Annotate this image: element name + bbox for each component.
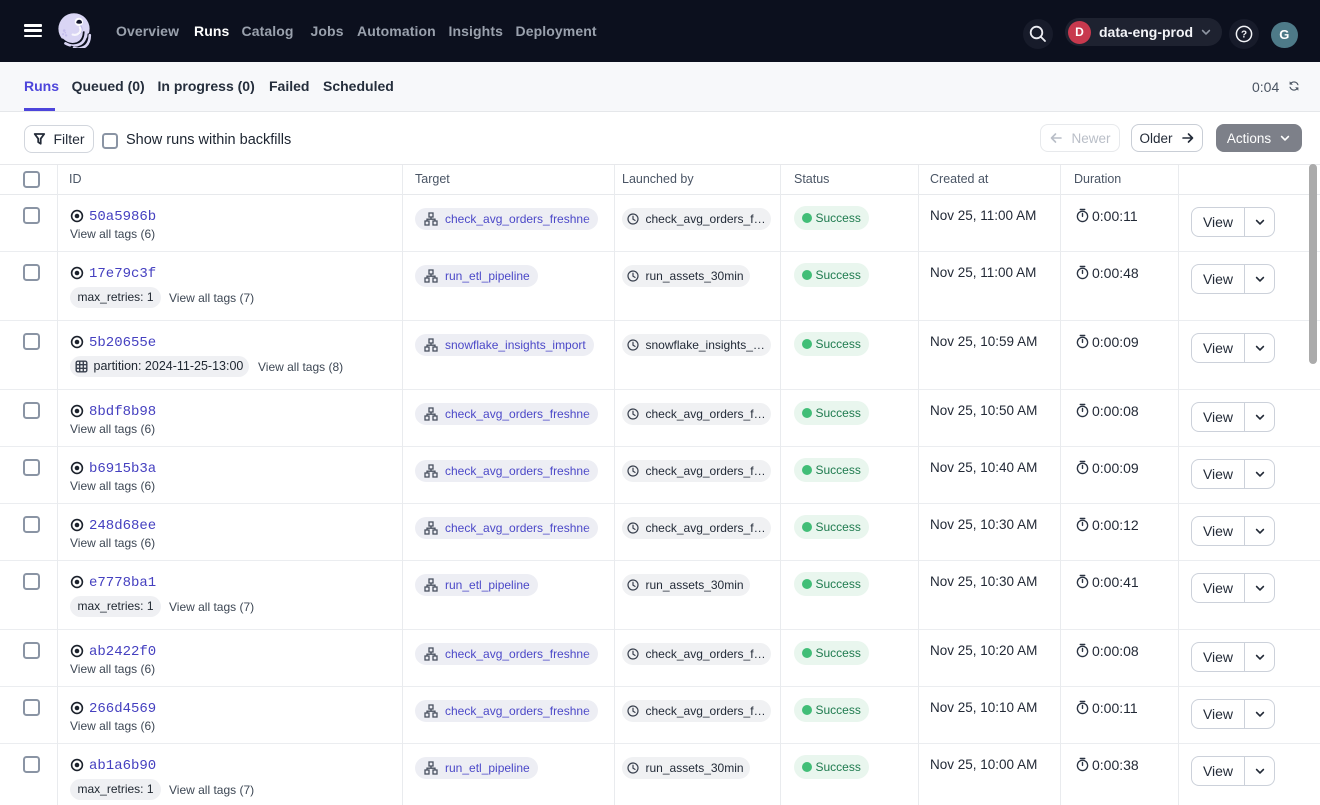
svg-text:?: ? [1241,29,1247,40]
